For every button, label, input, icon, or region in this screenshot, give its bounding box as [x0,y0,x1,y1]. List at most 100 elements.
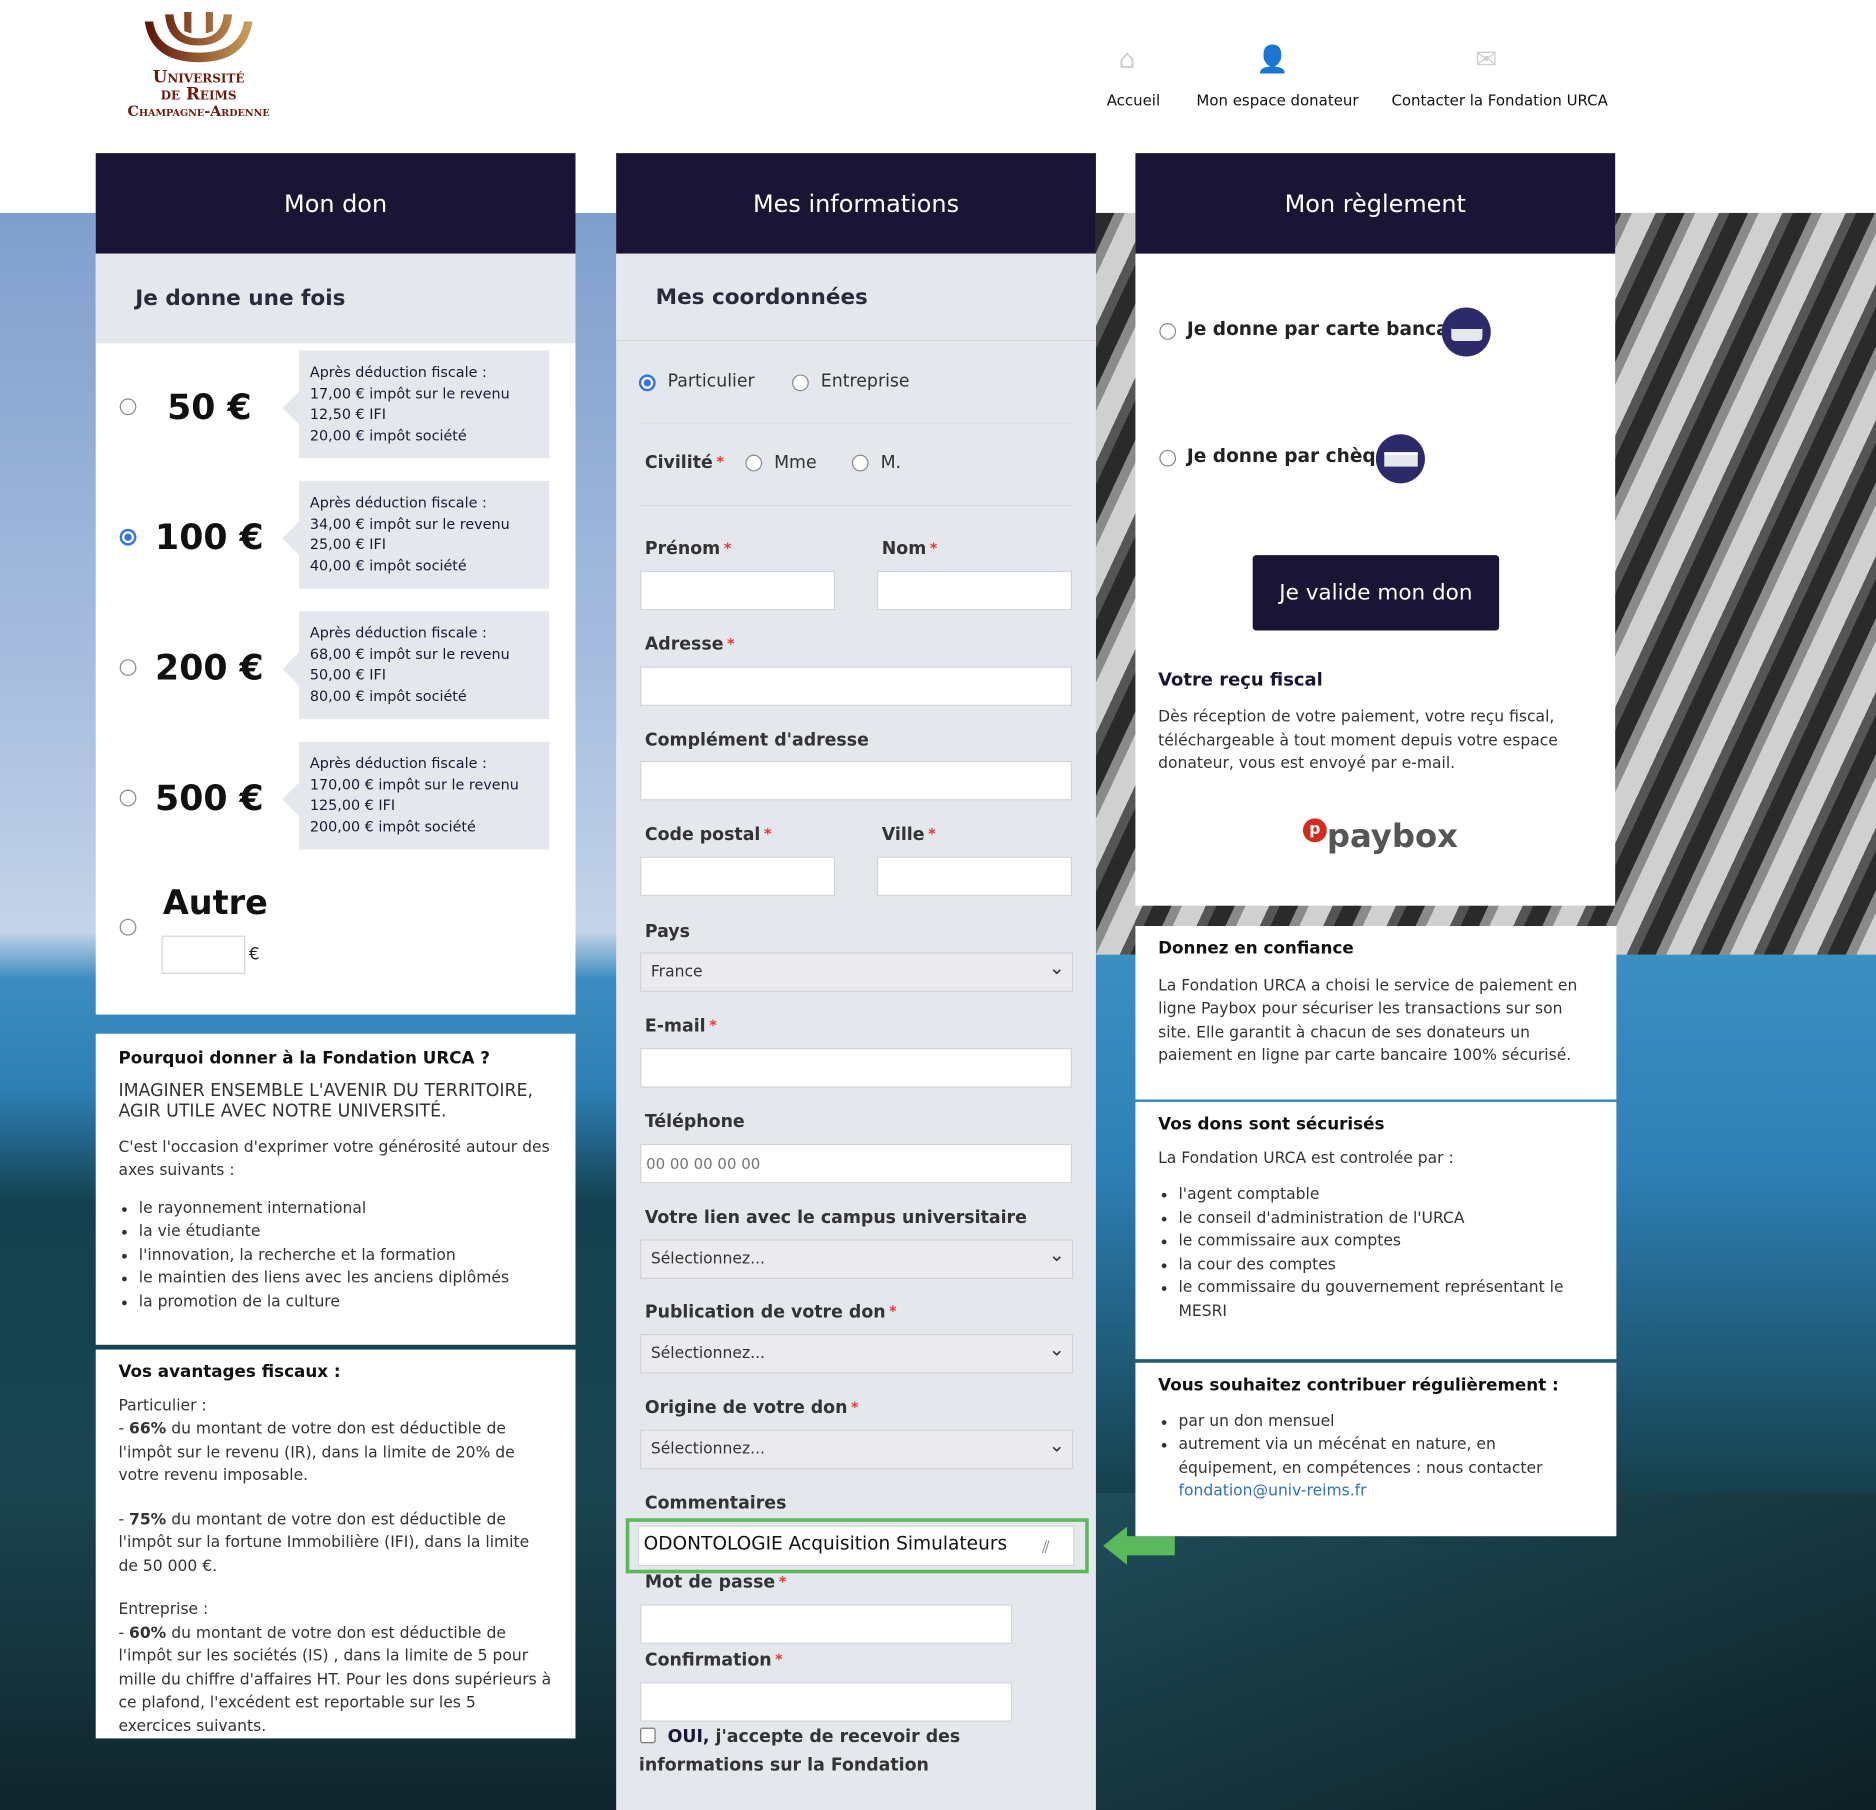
regular-box: Vous souhaitez contribuer régulièrement … [1135,1362,1617,1537]
list-item: l'agent comptable [1178,1183,1593,1206]
pct: 66% [129,1420,167,1439]
lien-campus-select[interactable]: Sélectionnez... [640,1239,1074,1279]
confirmation-label: Confirmation * [645,1651,783,1670]
amount-radio[interactable] [119,659,137,676]
mon-reglement-panel: Mon règlement Je donne par carte bancair… [1135,153,1616,906]
envelope-icon[interactable]: ✉ [1475,45,1497,75]
university-logo[interactable]: Université de Reims Champagne-Ardenne [103,10,294,120]
ville-input[interactable] [876,856,1073,897]
password-input[interactable] [640,1604,1013,1644]
pct: 75% [129,1510,167,1529]
tax-text: - 60% du montant de votre don est déduct… [118,1624,552,1736]
tip-line: 50,00 € IFI [309,666,386,684]
required-marker: * [851,1398,859,1416]
nav-accueil[interactable]: Accueil [1107,91,1160,109]
home-icon[interactable]: ⌂ [1119,45,1136,75]
commentaires-label: Commentaires [644,1494,787,1514]
email-label: E-mail * [645,1017,717,1036]
required-marker: * [929,539,938,557]
nom-label: Nom * [882,540,938,559]
required-marker: * [716,453,724,471]
credit-card-icon [1441,307,1491,357]
confiance-text: La Fondation URCA a choisi le service de… [1158,976,1578,1065]
complement-label: Complément d'adresse [644,731,869,751]
list-item: par un don mensuel [1178,1410,1593,1433]
amount-radio[interactable] [119,789,137,807]
prenom-input[interactable] [640,570,836,611]
required-marker: * [778,1573,787,1591]
mme-label: Mme [774,453,817,473]
entreprise-label: Entreprise [820,372,910,392]
tax-text: du montant de votre don est déductible d… [118,1624,552,1736]
list-text: autrement via un mécénat en nature, en é… [1178,1435,1543,1477]
section-subtitle: Je donne une fois [95,253,576,344]
pays-label: Pays [644,922,690,942]
commentaires-textarea[interactable]: ODONTOLOGIE Acquisition Simulateurs [637,1525,1075,1567]
tip-line: 40,00 € impôt société [309,556,467,574]
required-marker: * [709,1016,717,1034]
origine-select[interactable]: Sélectionnez... [640,1429,1074,1470]
required-marker: * [763,825,772,843]
nav-contact[interactable]: Contacter la Fondation URCA [1391,91,1607,109]
password-confirmation-input[interactable] [640,1682,1013,1722]
contact-email-link[interactable]: fondation@univ-reims.fr [1178,1482,1366,1500]
radio-particulier[interactable] [638,374,656,392]
optin-label: OUI, j'accepte de recevoir des informati… [639,1723,1082,1780]
secure-title: Vos dons sont sécurisés [1158,1115,1385,1135]
page: Université de Reims Champagne-Ardenne ⌂ … [0,0,1876,1810]
amount-radio-autre[interactable] [119,918,137,936]
user-check-icon[interactable]: 👤 [1256,45,1289,75]
telephone-input[interactable] [640,1143,1073,1184]
ville-label: Ville * [882,826,936,845]
required-marker: * [889,1302,897,1320]
telephone-label: Téléphone [644,1112,745,1132]
nav-espace-donateur[interactable]: Mon espace donateur [1196,91,1358,109]
label-text: Publication de votre don [644,1302,886,1323]
adresse-input[interactable] [640,666,1073,706]
label-text: Code postal [644,825,761,845]
slogan: IMAGINER ENSEMBLE L'AVENIR DU TERRITOIRE… [118,1080,534,1121]
why-title: Pourquoi donner à la Fondation URCA ? [118,1049,491,1069]
radio-m[interactable] [851,454,869,472]
publication-select[interactable]: Sélectionnez... [640,1334,1074,1374]
label-text: Mot de passe [644,1573,776,1593]
label-text: Ville [881,825,925,845]
publication-label: Publication de votre don * [645,1303,897,1322]
amount-radio[interactable] [119,398,137,416]
other-amount-input[interactable] [161,935,246,974]
complement-input[interactable] [640,760,1073,801]
cheque-label: Je donne par chèque [1186,445,1402,467]
why-intro: C'est l'occasion d'exprimer votre généro… [118,1138,550,1180]
tax-text: - 75% du montant de votre don est déduct… [118,1510,530,1576]
paybox-p-icon: p [1302,818,1327,843]
secure-intro: La Fondation URCA est controlée par : [1158,1149,1454,1168]
required-marker: * [727,635,735,653]
amount-radio[interactable] [119,528,137,546]
radio-cheque[interactable] [1159,449,1177,467]
amount-label: 50 € [167,386,252,428]
pays-select[interactable]: France [640,952,1074,992]
validate-donation-button[interactable]: Je valide mon don [1252,555,1500,631]
tax-deduction-tooltip: Après déduction fiscale : 34,00 € impôt … [282,480,550,589]
list-item: la cour des comptes [1178,1253,1593,1276]
regular-list: par un don mensuel autrement via un mécé… [1158,1410,1594,1503]
nom-input[interactable] [876,570,1073,611]
logo-text: Université [152,68,245,88]
resize-handle-icon[interactable]: ⫽ [1042,1539,1049,1558]
tip-line: 12,50 € IFI [309,405,386,423]
tax-text: du montant de votre don est déductible d… [118,1510,530,1576]
tip-line: 200,00 € impôt société [309,817,476,835]
currency-label: € [248,945,260,965]
tip-line: 20,00 € impôt société [309,426,467,444]
cp-input[interactable] [640,856,836,897]
pct: 60% [129,1624,167,1643]
radio-carte-bancaire[interactable] [1159,323,1177,340]
email-input[interactable] [640,1048,1073,1088]
tax-text: du montant de votre don est déductible d… [118,1420,515,1485]
list-item: la vie étudiante [139,1220,553,1243]
mdp-label: Mot de passe * [645,1573,786,1592]
controls-list: l'agent comptable le conseil d'administr… [1158,1183,1594,1323]
logo-emblem-icon [144,11,253,63]
radio-entreprise[interactable] [792,374,809,392]
radio-mme[interactable] [745,454,763,472]
